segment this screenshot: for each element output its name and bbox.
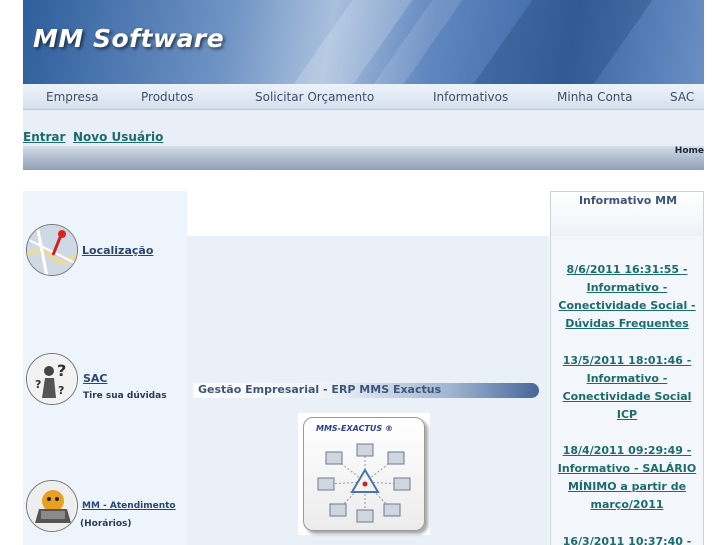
news-item[interactable]: 18/4/2011 09:29:49 - Informativo - SALÁR… [557,442,697,514]
brand-logo[interactable]: MM Software [33,24,224,53]
svg-text:?: ? [57,361,66,380]
main-nav: Empresa Produtos Solicitar Orçamento Inf… [23,84,704,110]
news-header: Informativo MM [550,191,704,236]
header-banner: MM Software [23,0,704,84]
new-user-link[interactable]: Novo Usuário [73,130,163,144]
breadcrumb: Home [23,146,704,170]
news-title: Informativo MM [578,194,678,207]
nav-minha-conta[interactable]: Minha Conta [557,90,632,104]
section-title: Gestão Empresarial - ERP MMS Exactus [198,383,442,396]
svg-text:?: ? [58,384,64,397]
news-panel: Informativo MM 8/6/2011 16:31:55 - Infor… [550,191,704,545]
news-list: 8/6/2011 16:31:55 - Informativo - Conect… [550,236,704,545]
nav-informativos[interactable]: Informativos [433,90,508,104]
main-content: Gestão Empresarial - ERP MMS Exactus MMS… [187,236,549,545]
support-link[interactable]: MM - Atendimento [82,501,176,511]
news-item[interactable]: 8/6/2011 16:31:55 - Informativo - Conect… [557,261,697,333]
news-item[interactable]: 16/3/2011 10:37:40 - [557,533,697,545]
map-pin-icon[interactable] [26,224,78,276]
news-item[interactable]: 13/5/2011 18:01:46 - Informativo - Conec… [557,352,697,424]
account-bar: Entrar Novo Usuário [23,110,704,146]
svg-text:?: ? [35,378,41,391]
help-person-icon[interactable]: ? ? ? [26,353,78,405]
section-title-bar: Gestão Empresarial - ERP MMS Exactus [193,383,539,398]
support-hours[interactable]: (Horários) [80,519,132,529]
product-image[interactable]: MMS-EXACTUS ® [298,413,430,535]
content-top [187,191,549,236]
left-sidebar: Localização ? ? ? SAC Tire sua dúvidas M… [23,191,187,545]
page: MM Software Empresa Produtos Solicitar O… [23,0,704,545]
sac-link[interactable]: SAC [83,372,108,385]
nav-solicitar-orcamento[interactable]: Solicitar Orçamento [255,90,374,104]
nav-produtos[interactable]: Produtos [141,90,194,104]
network-diagram-icon [317,443,411,523]
support-laptop-icon[interactable] [26,480,78,532]
login-link[interactable]: Entrar [23,130,65,144]
breadcrumb-home[interactable]: Home [675,146,704,156]
nav-empresa[interactable]: Empresa [46,90,99,104]
location-link[interactable]: Localização [82,244,153,257]
sac-subtitle: Tire sua dúvidas [83,391,167,401]
nav-sac[interactable]: SAC [670,90,694,104]
